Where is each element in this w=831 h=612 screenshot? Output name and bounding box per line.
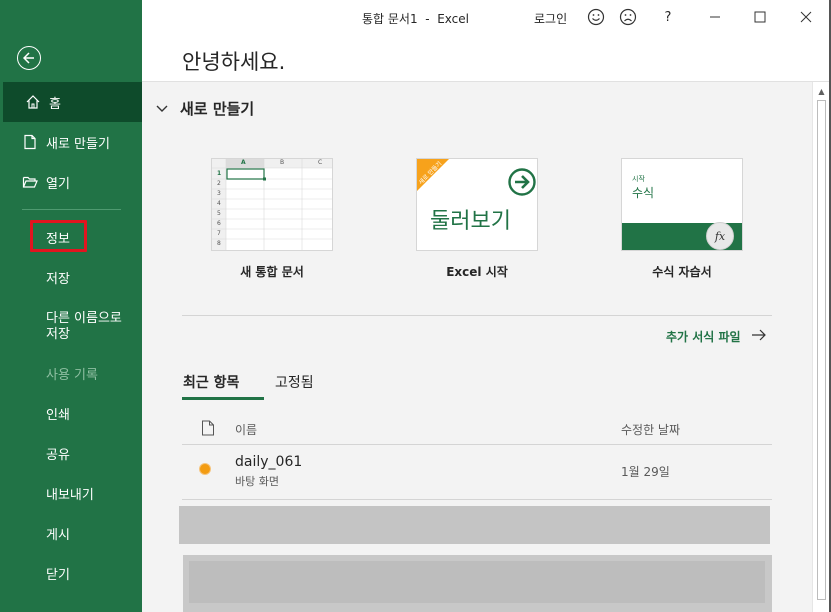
sign-in-link[interactable]: 로그인 [534,10,567,27]
arrow-right-icon [751,329,767,345]
sidebar-item-home[interactable]: 홈 [3,82,142,122]
formula-tutorial-template[interactable]: 시작 수식 fx [621,158,743,251]
sidebar-item-save[interactable]: 저장 [0,257,142,297]
tour-tile-text: 둘러보기 [430,209,511,234]
window-title: 통합 문서1 - Excel [362,12,469,26]
new-section-title: 새로 만들기 [180,100,255,118]
row-header: 2 [217,180,221,187]
tab-recent-underline [182,397,264,400]
column-b-header: B [280,159,285,166]
sidebar-item-label: 열기 [46,176,70,192]
tab-recent[interactable]: 최근 항목 [183,372,239,392]
recent-file-date: 1월 29일 [621,465,670,479]
vertical-scrollbar[interactable]: ▲ [812,82,830,612]
row-header: 4 [217,200,221,207]
row-header: 5 [217,210,221,217]
sidebar-item-label: 다른 이름으로 저장 [46,311,122,342]
tutorial-small-text: 시작 [632,175,645,183]
smile-feedback-icon[interactable] [586,7,606,27]
backstage-sidebar: 홈 새로 만들기 열기 정보 저장 다른 이름으로 저장 사용 기록 인쇄 공유… [0,0,142,612]
sidebar-item-label: 저장 [46,271,70,287]
file-icon [201,420,215,439]
row-header: 7 [217,230,221,237]
excel-tour-template[interactable]: 새로 만들기 둘러보기 [416,158,538,251]
sidebar-divider [22,209,121,210]
redacted-row [183,555,772,612]
sidebar-item-label: 게시 [46,527,70,543]
fx-icon: fx [706,222,734,250]
excel-tour-label[interactable]: Excel 시작 [397,263,557,280]
recent-file-row[interactable]: daily_061 바탕 화면 1월 29일 [182,445,772,500]
scroll-up-icon[interactable]: ▲ [813,84,830,98]
tutorial-big-text: 수식 [632,186,655,200]
row-header: 6 [217,220,221,227]
folder-open-icon [22,174,38,190]
sidebar-item-open[interactable]: 열기 [0,162,142,202]
column-c-header: C [318,159,323,166]
sidebar-item-print[interactable]: 인쇄 [0,393,142,433]
greeting-header: 안녕하세요. [142,34,831,82]
sidebar-item-label: 새로 만들기 [46,136,110,152]
sidebar-item-label: 내보내기 [46,487,94,503]
help-button[interactable]: ? [658,7,678,27]
more-templates-link[interactable]: 추가 서식 파일 [666,328,767,345]
row-header: 1 [217,170,222,177]
new-section-header[interactable]: 새로 만들기 [156,98,254,119]
sidebar-item-label: 인쇄 [46,407,70,423]
column-date-header[interactable]: 수정한 날짜 [621,421,680,438]
title-bar: 통합 문서1 - Excel 로그인 ? [142,0,831,34]
sidebar-item-share[interactable]: 공유 [0,433,142,473]
arrow-right-circle-icon [507,167,537,201]
close-icon[interactable] [796,7,816,27]
chevron-down-icon [156,100,168,118]
blank-workbook-label[interactable]: 새 통합 문서 [192,263,352,280]
home-icon [25,94,41,110]
sidebar-item-close[interactable]: 닫기 [0,553,142,593]
sidebar-item-label: 사용 기록 [46,367,98,383]
section-divider [182,315,772,316]
column-name-header[interactable]: 이름 [235,421,257,438]
new-document-icon [22,134,38,150]
file-list-header: 이름 수정한 날짜 [182,416,772,445]
back-arrow-icon[interactable] [17,46,41,70]
sidebar-item-label: 닫기 [46,567,70,583]
maximize-icon[interactable] [750,7,770,27]
greeting-text: 안녕하세요. [182,50,286,74]
sidebar-item-new[interactable]: 새로 만들기 [0,122,142,162]
recent-file-location: 바탕 화면 [235,475,279,488]
frown-feedback-icon[interactable] [618,7,638,27]
recent-file-name: daily_061 [235,454,303,470]
sidebar-item-label: 공유 [46,447,70,463]
formula-tutorial-label[interactable]: 수식 자습서 [602,263,762,280]
sidebar-item-label: 홈 [49,96,61,112]
home-content: 새로 만들기 A B C 1 2 3 4 5 6 7 8 새 통합 문서 새로 … [142,82,812,612]
sidebar-item-publish[interactable]: 게시 [0,513,142,553]
recent-file-status-icon [200,464,210,474]
sidebar-item-save-as[interactable]: 다른 이름으로 저장 [0,304,142,350]
more-templates-label: 추가 서식 파일 [666,330,741,344]
info-highlight-box [30,220,87,252]
sidebar-item-history: 사용 기록 [0,353,142,393]
redacted-row [179,506,770,544]
minimize-icon[interactable] [705,7,725,27]
column-a-header: A [241,159,246,166]
blank-workbook-template[interactable]: A B C 1 2 3 4 5 6 7 8 [211,158,333,251]
row-header: 8 [217,240,221,247]
tab-pinned[interactable]: 고정됨 [275,372,314,392]
scrollbar-thumb[interactable] [817,100,826,600]
sidebar-item-export[interactable]: 내보내기 [0,473,142,513]
row-header: 3 [217,190,221,197]
